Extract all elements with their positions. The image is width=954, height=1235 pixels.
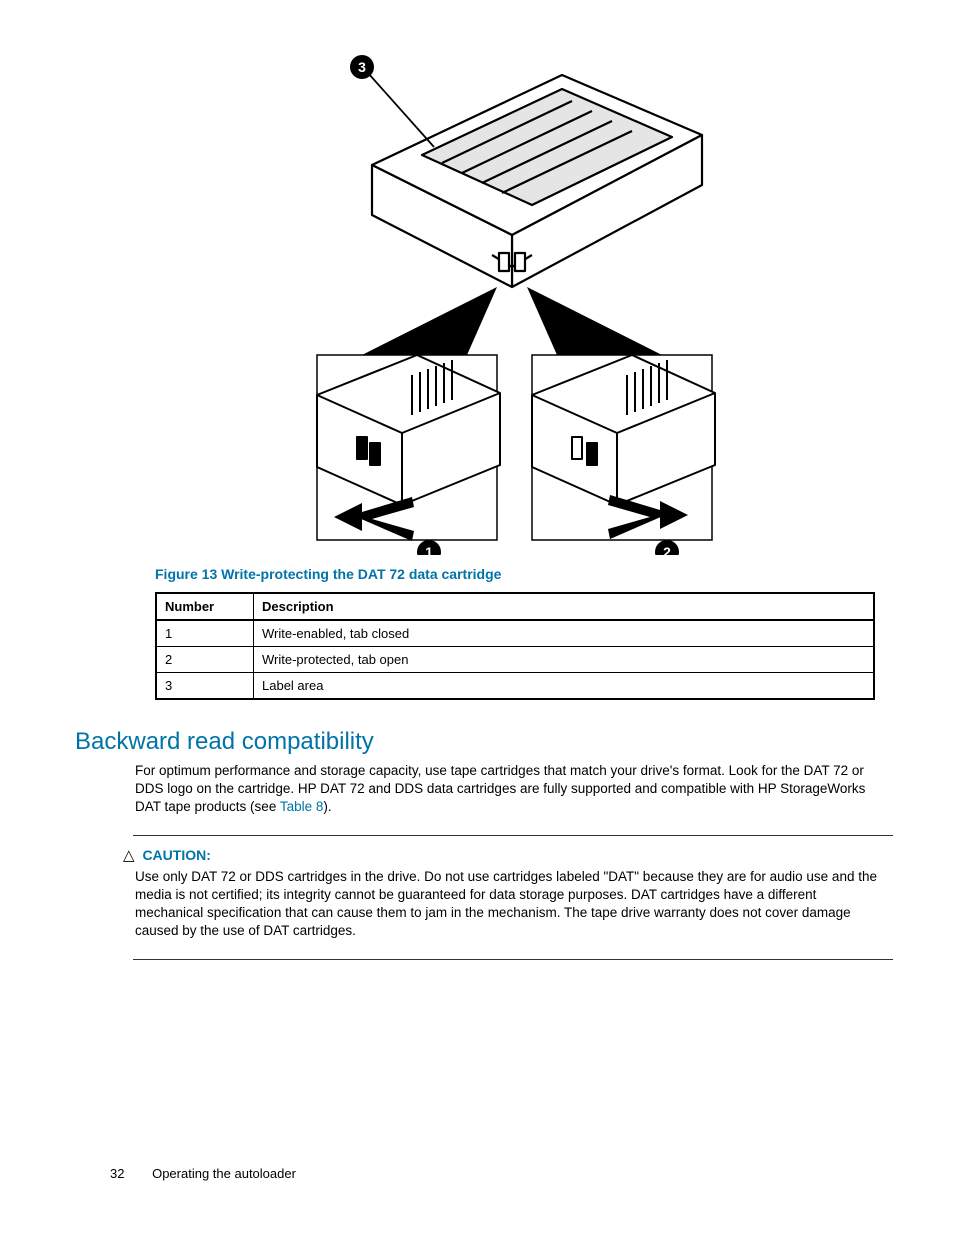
page-number: 32 xyxy=(110,1166,124,1181)
table-row: 3 Label area xyxy=(156,673,874,700)
callout-2: 2 xyxy=(663,544,671,555)
figure-caption: Figure 13 Write-protecting the DAT 72 da… xyxy=(155,566,879,582)
warning-icon: △ xyxy=(123,846,135,864)
section-heading: Backward read compatibility xyxy=(75,728,879,756)
callout-3: 3 xyxy=(358,59,366,75)
page-footer: 32 Operating the autoloader xyxy=(110,1166,296,1181)
chapter-title: Operating the autoloader xyxy=(152,1166,296,1181)
table-row: 1 Write-enabled, tab closed xyxy=(156,620,874,647)
table-row: 2 Write-protected, tab open xyxy=(156,647,874,673)
callout-1: 1 xyxy=(425,544,433,555)
th-number: Number xyxy=(156,593,254,620)
th-description: Description xyxy=(254,593,875,620)
figure-13: 3 xyxy=(125,55,879,560)
figure-legend-table: Number Description 1 Write-enabled, tab … xyxy=(155,592,875,700)
link-table-8[interactable]: Table 8 xyxy=(280,799,324,814)
divider xyxy=(133,835,893,836)
caution-heading: △ CAUTION: xyxy=(123,846,879,864)
section-paragraph: For optimum performance and storage capa… xyxy=(135,762,879,817)
caution-label: CAUTION: xyxy=(142,847,210,863)
divider xyxy=(133,959,893,960)
caution-text: Use only DAT 72 or DDS cartridges in the… xyxy=(135,868,879,941)
